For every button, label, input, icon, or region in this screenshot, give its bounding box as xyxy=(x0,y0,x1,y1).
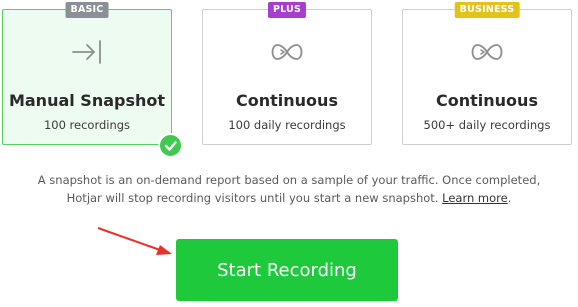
start-recording-button[interactable]: Start Recording xyxy=(176,239,398,301)
